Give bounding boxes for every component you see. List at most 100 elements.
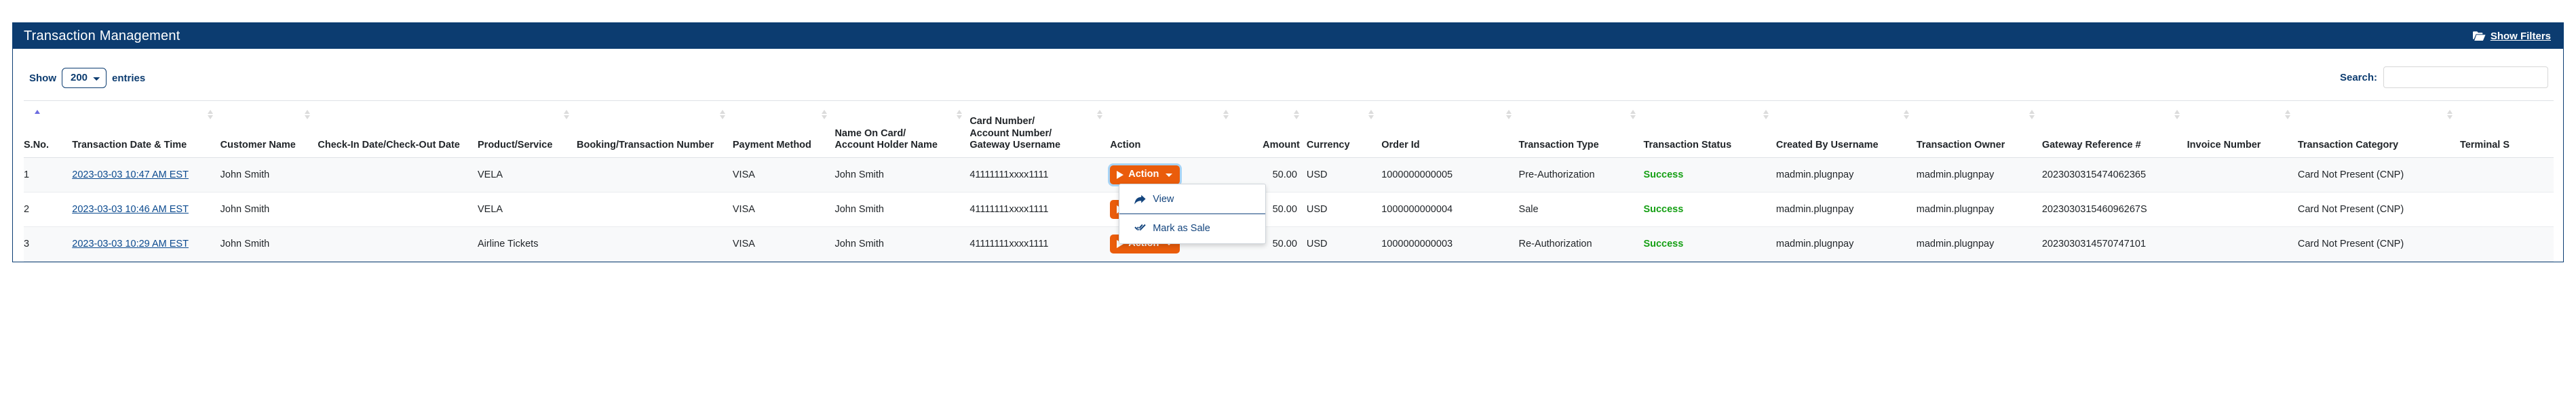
cell-gateway-reference: 202303031546096267S xyxy=(2041,192,2187,227)
sort-indicator-icon xyxy=(1293,110,1300,119)
cell-transaction-status: Success xyxy=(1643,192,1776,227)
cell-invoice-number xyxy=(2187,157,2298,192)
cell-invoice-number xyxy=(2187,192,2298,227)
table-head: S.No. Transaction Date & Time Customer Nam… xyxy=(24,100,2554,158)
cell-name-on-card: John Smith xyxy=(834,226,970,262)
cell-card-number: 41111111xxxx1111 xyxy=(969,157,1111,192)
dropdown-item-label: Mark as Sale xyxy=(1153,223,1210,235)
cell-name-on-card: John Smith xyxy=(834,192,970,227)
cell-action: Action View Mark as Sale xyxy=(1110,157,1267,245)
column-header-action[interactable]: Action xyxy=(1110,101,1236,158)
transaction-datetime-link[interactable]: 2023-03-03 10:29 AM EST xyxy=(72,239,189,249)
cell-product-service: VELA xyxy=(478,157,577,192)
column-header-label: Booking/Transaction Number xyxy=(576,140,714,151)
cell-payment-method: VISA xyxy=(732,226,835,262)
sort-indicator-icon xyxy=(1368,110,1374,119)
column-header-amount[interactable]: Amount xyxy=(1236,101,1306,158)
column-header-invoice-number[interactable]: Invoice Number xyxy=(2187,101,2298,158)
cell-terminal-s xyxy=(2459,192,2554,227)
cell-product-service: Airline Tickets xyxy=(478,226,577,262)
column-header-name-on-card-account-holder-name[interactable]: Name On Card/Account Holder Name xyxy=(834,101,969,158)
action-dropdown-menu: View Mark as Sale xyxy=(1119,184,1267,245)
cell-transaction-owner: madmin.plugnpay xyxy=(1916,226,2042,262)
cell-booking-number xyxy=(576,157,733,192)
cell-order-id: 1000000000005 xyxy=(1381,157,1519,192)
show-filters-label: Show Filters xyxy=(2490,30,2551,42)
show-filters-button[interactable]: Show Filters xyxy=(2472,30,2551,42)
column-header-currency[interactable]: Currency xyxy=(1307,101,1381,158)
cell-name-on-card: John Smith xyxy=(834,157,970,192)
sort-indicator-icon xyxy=(719,110,726,119)
cell-gateway-reference: 2023030314570747101 xyxy=(2041,226,2187,262)
column-header-gateway-reference[interactable]: Gateway Reference # xyxy=(2042,101,2187,158)
cell-order-id: 1000000000004 xyxy=(1381,192,1519,227)
column-header-check-in-date-check-out-date: Check-In Date/Check-Out Date xyxy=(318,101,478,158)
column-header-label: Terminal S xyxy=(2459,140,2510,151)
column-header-transaction-status[interactable]: Transaction Status xyxy=(1643,101,1775,158)
action-button-label: Action xyxy=(1128,169,1159,180)
cell-transaction-owner: madmin.plugnpay xyxy=(1916,157,2042,192)
cell-transaction-category: Card Not Present (CNP) xyxy=(2297,226,2460,262)
cell-card-number: 41111111xxxx1111 xyxy=(969,192,1111,227)
sort-indicator-icon xyxy=(2029,110,2035,119)
column-header-label: Name On Card/Account Holder Name xyxy=(834,127,938,151)
column-header-label: Amount xyxy=(1263,140,1300,151)
cell-customer-name: John Smith xyxy=(220,192,318,227)
dropdown-item-view[interactable]: View xyxy=(1119,188,1265,210)
transaction-datetime-link[interactable]: 2023-03-03 10:47 AM EST xyxy=(72,169,189,180)
sort-indicator-icon xyxy=(1097,110,1103,119)
cell-transaction-owner: madmin.plugnpay xyxy=(1916,192,2042,227)
column-header-s-no[interactable]: S.No. xyxy=(24,101,72,158)
cell-transaction-status: Success xyxy=(1643,226,1776,262)
dropdown-item-mark-as-sale[interactable]: Mark as Sale xyxy=(1119,218,1265,239)
show-label: Show xyxy=(29,72,56,84)
chevron-down-icon xyxy=(1166,173,1173,177)
status-badge: Success xyxy=(1643,203,1684,215)
cell-customer-name: John Smith xyxy=(220,157,318,192)
column-header-transaction-date-time[interactable]: Transaction Date & Time xyxy=(72,101,220,158)
cell-product-service: VELA xyxy=(478,192,577,227)
column-header-customer-name[interactable]: Customer Name xyxy=(220,101,318,158)
transactions-table: S.No. Transaction Date & Time Customer Nam… xyxy=(24,100,2554,262)
column-header-transaction-type[interactable]: Transaction Type xyxy=(1519,101,1644,158)
folder-open-icon xyxy=(2472,31,2486,41)
sort-indicator-icon xyxy=(1223,110,1229,119)
column-header-order-id[interactable]: Order Id xyxy=(1381,101,1518,158)
cell-transaction-category: Card Not Present (CNP) xyxy=(2297,192,2460,227)
search-label: Search: xyxy=(2339,71,2377,83)
column-header-payment-method[interactable]: Payment Method xyxy=(733,101,835,158)
status-badge: Success xyxy=(1643,238,1684,249)
cell-transaction-type: Pre-Authorization xyxy=(1518,157,1644,192)
entries-length-select[interactable]: 102550100200 xyxy=(62,68,107,88)
column-header-label: Order Id xyxy=(1381,140,1420,151)
cell-payment-method: VISA xyxy=(732,192,835,227)
cell-checkin-checkout xyxy=(318,157,478,192)
play-icon xyxy=(1117,171,1124,180)
sort-indicator-icon xyxy=(957,110,963,119)
column-header-transaction-owner[interactable]: Transaction Owner xyxy=(1917,101,2042,158)
transaction-datetime-link[interactable]: 2023-03-03 10:46 AM EST xyxy=(72,204,189,215)
cell-booking-number xyxy=(576,226,733,262)
column-header-product-service[interactable]: Product/Service xyxy=(478,101,577,158)
column-header-card-number-account-number-gateway-username[interactable]: Card Number/Account Number/Gateway Usern… xyxy=(969,101,1110,158)
sort-indicator-icon xyxy=(1763,110,1769,119)
sort-indicator-icon xyxy=(563,110,570,119)
dropdown-item-label: View xyxy=(1153,194,1174,205)
sort-indicator-icon xyxy=(2284,110,2291,119)
cell-gateway-reference: 2023030315474062365 xyxy=(2041,157,2187,192)
column-header-label: Gateway Reference # xyxy=(2041,140,2141,151)
action-button[interactable]: Action xyxy=(1110,165,1180,184)
column-header-booking-transaction-number[interactable]: Booking/Transaction Number xyxy=(577,101,733,158)
column-header-label: Transaction Type xyxy=(1518,140,1599,151)
sort-indicator-icon xyxy=(1505,110,1512,119)
cell-transaction-type: Re-Authorization xyxy=(1518,226,1644,262)
entries-length-control: Show 102550100200 entries xyxy=(29,68,145,88)
search-input[interactable] xyxy=(2383,66,2548,88)
sort-indicator-icon xyxy=(1903,110,1910,119)
cell-order-id: 1000000000003 xyxy=(1381,226,1519,262)
column-header-created-by-username[interactable]: Created By Username xyxy=(1776,101,1917,158)
cell-transaction-status: Success xyxy=(1643,157,1776,192)
column-header-label: Currency xyxy=(1306,140,1350,151)
sort-indicator-icon xyxy=(207,110,214,119)
column-header-transaction-category[interactable]: Transaction Category xyxy=(2298,101,2460,158)
